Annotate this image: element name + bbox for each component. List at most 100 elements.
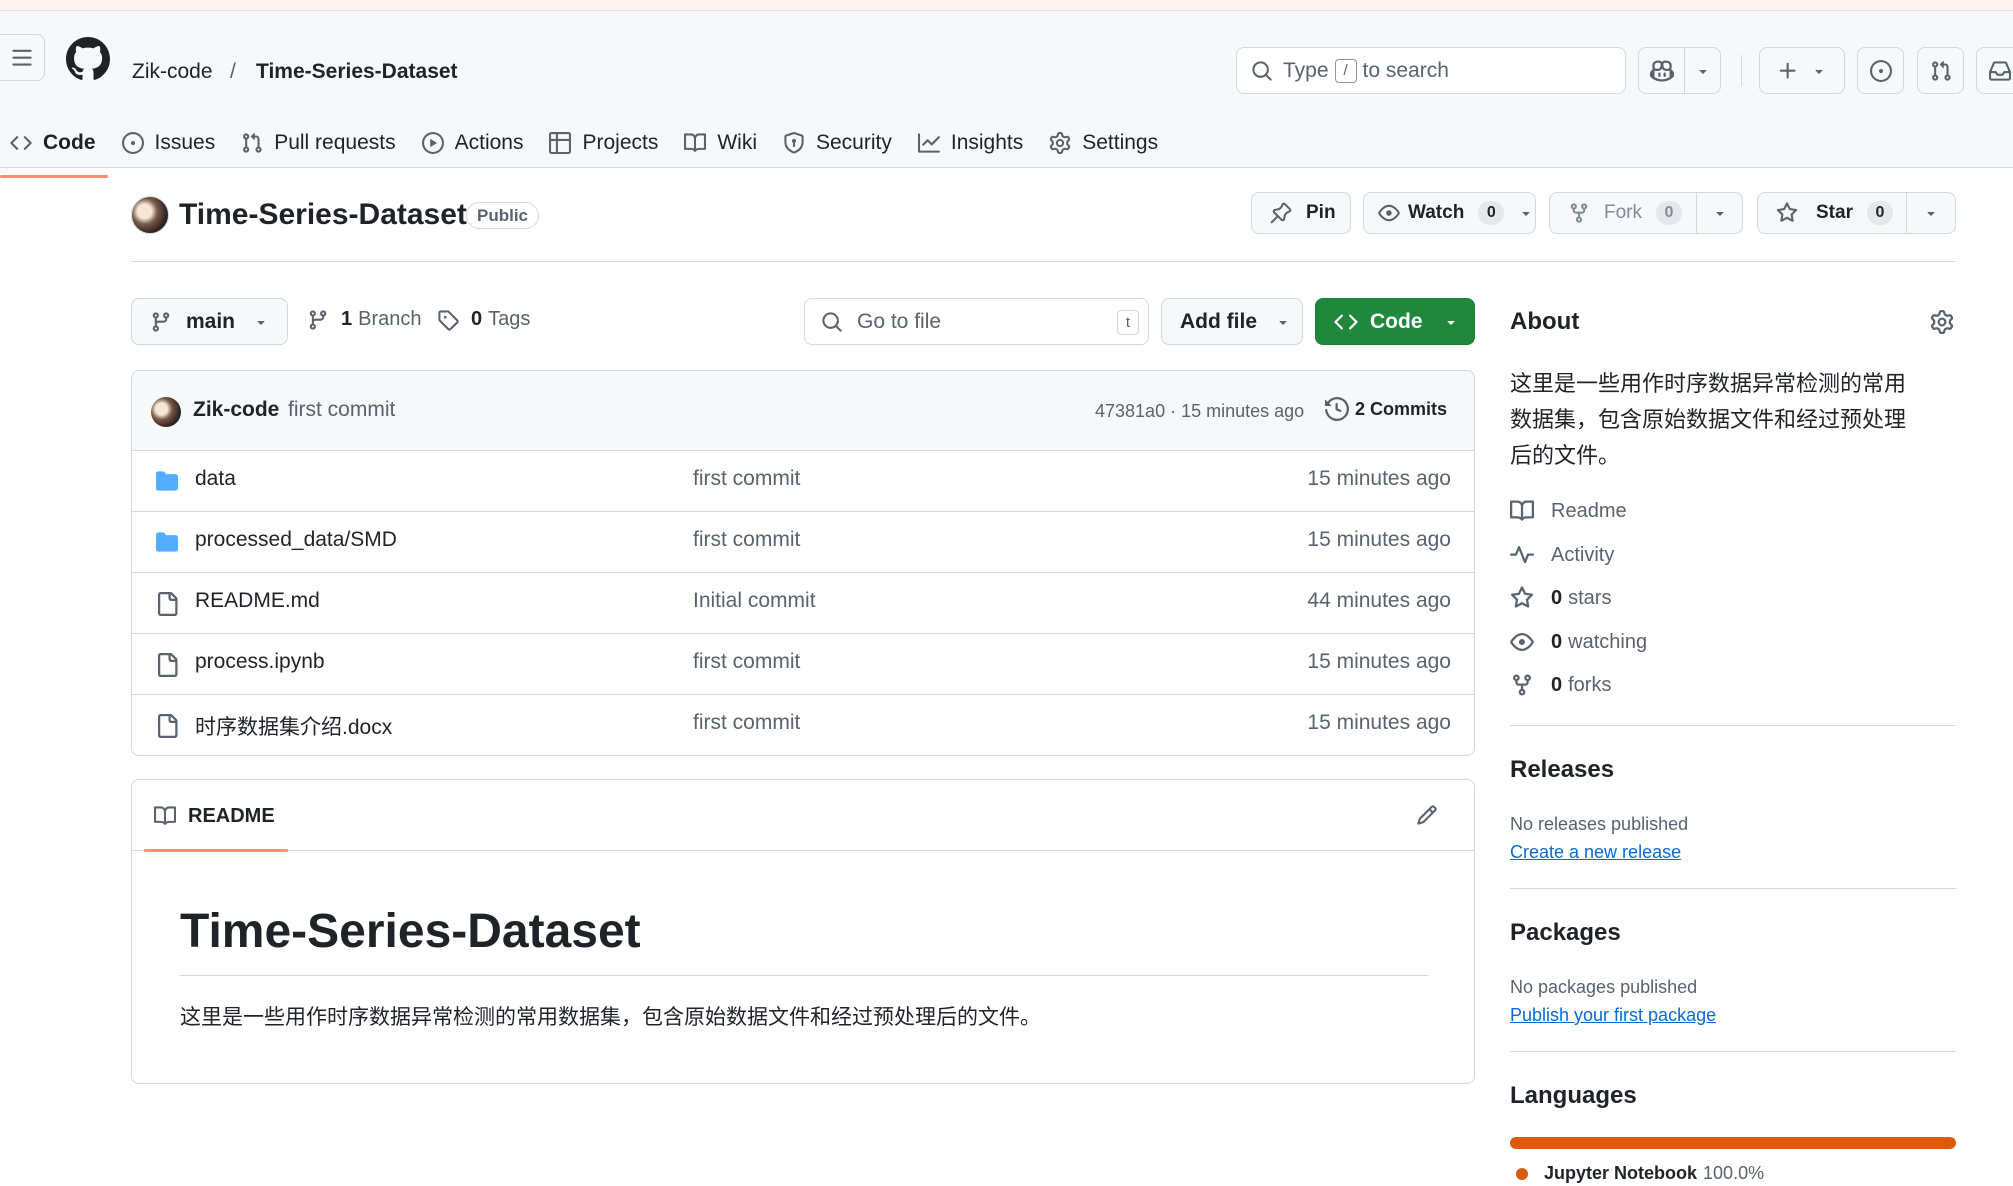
inbox-button[interactable] xyxy=(1976,47,2013,94)
fork-menu-button[interactable] xyxy=(1696,192,1743,234)
commits-link[interactable]: 2 Commits xyxy=(1325,397,1447,421)
file-list: Zik-code first commit 47381a0 · 15 minut… xyxy=(131,370,1475,756)
about-description: 这里是一些用作时序数据异常检测的常用 数据集，包含原始数据文件和经过预处理 后的… xyxy=(1510,366,1960,474)
publish-package-link[interactable]: Publish your first package xyxy=(1510,1005,1716,1026)
search-hint-pre: Type xyxy=(1283,58,1329,82)
code-button[interactable]: Code xyxy=(1315,298,1475,345)
releases-title[interactable]: Releases xyxy=(1510,756,1614,784)
watch-button[interactable]: Watch 0 xyxy=(1363,192,1536,234)
search-shortcut-key: / xyxy=(1334,58,1357,83)
pin-button[interactable]: Pin xyxy=(1251,192,1351,234)
about-description-line: 后的文件。 xyxy=(1510,443,1621,468)
star-menu-button[interactable] xyxy=(1906,192,1956,234)
star-label: Star xyxy=(1816,202,1853,223)
repo-nav-tabs: Code Issues Pull requests Actions Projec… xyxy=(0,120,1174,179)
tag-icon xyxy=(438,309,459,331)
pull-requests-button[interactable] xyxy=(1917,47,1964,94)
tab-insights[interactable]: Insights xyxy=(908,120,1035,166)
releases-empty-text: No releases published xyxy=(1510,814,1689,834)
star-button[interactable]: Star 0 xyxy=(1757,192,1907,234)
commit-meta[interactable]: 47381a0 · 15 minutes ago xyxy=(1095,401,1304,422)
file-commit-message[interactable]: first commit xyxy=(693,650,800,674)
book-icon xyxy=(1510,500,1534,521)
file-icon xyxy=(158,714,178,738)
global-search-input[interactable]: Type / to search xyxy=(1236,47,1626,94)
file-name[interactable]: 时序数据集介绍.docx xyxy=(195,711,392,741)
breadcrumb-owner[interactable]: Zik-code xyxy=(132,57,213,87)
tab-issues-label: Issues xyxy=(154,131,216,154)
branches-link[interactable]: 1 Branch xyxy=(307,308,422,331)
file-name[interactable]: processed_data/SMD xyxy=(195,528,397,552)
file-row[interactable]: data first commit 15 minutes ago xyxy=(132,451,1474,512)
packages-empty-text: No packages published xyxy=(1510,977,1698,997)
repo-title[interactable]: Time-Series-Dataset xyxy=(179,196,467,234)
copilot-button[interactable] xyxy=(1638,47,1685,94)
branch-select-button[interactable]: main xyxy=(131,298,288,345)
commit-message[interactable]: first commit xyxy=(288,398,395,422)
tags-link[interactable]: 0 Tags xyxy=(437,308,530,331)
language-bar xyxy=(1510,1137,1956,1149)
go-to-file-input[interactable]: Go to file t xyxy=(804,298,1149,345)
tab-code-label: Code xyxy=(43,131,96,154)
readme-tab-underline xyxy=(144,849,288,852)
language-item[interactable]: Jupyter Notebook 100.0% xyxy=(1516,1163,1764,1184)
file-date: 15 minutes ago xyxy=(1307,528,1451,551)
tab-actions[interactable]: Actions xyxy=(412,120,536,166)
packages-title[interactable]: Packages xyxy=(1510,919,1621,947)
tab-code[interactable]: Code xyxy=(0,120,108,178)
menu-button[interactable] xyxy=(0,34,45,81)
file-commit-message[interactable]: first commit xyxy=(693,711,800,735)
stars-link[interactable]: 0 stars xyxy=(1510,586,1611,610)
breadcrumb-repo[interactable]: Time-Series-Dataset xyxy=(256,57,458,87)
tags-label: Tags xyxy=(488,308,531,330)
file-commit-message[interactable]: first commit xyxy=(693,467,800,491)
file-row[interactable]: processed_data/SMD first commit 15 minut… xyxy=(132,512,1474,573)
watching-link[interactable]: 0 watching xyxy=(1510,630,1647,654)
file-date: 44 minutes ago xyxy=(1307,589,1451,612)
watching-count: 0 xyxy=(1551,630,1563,653)
about-settings-button[interactable] xyxy=(1930,310,1954,334)
activity-link[interactable]: Activity xyxy=(1510,543,1614,567)
readme-link[interactable]: Readme xyxy=(1510,499,1627,523)
file-row[interactable]: 时序数据集介绍.docx first commit 15 minutes ago xyxy=(132,695,1474,755)
create-new-button[interactable] xyxy=(1759,47,1845,94)
file-name[interactable]: README.md xyxy=(195,589,320,613)
title-divider xyxy=(131,261,1956,262)
fork-button[interactable]: Fork 0 xyxy=(1549,192,1697,234)
tab-pull-requests[interactable]: Pull requests xyxy=(231,120,407,166)
star-icon xyxy=(1776,202,1798,222)
file-row[interactable]: README.md Initial commit 44 minutes ago xyxy=(132,573,1474,634)
commit-author-avatar[interactable] xyxy=(151,397,181,427)
file-commit-message[interactable]: first commit xyxy=(693,528,800,552)
git-pull-request-icon xyxy=(243,132,262,153)
tab-projects[interactable]: Projects xyxy=(539,120,670,166)
file-name[interactable]: process.ipynb xyxy=(195,650,325,674)
file-row[interactable]: process.ipynb first commit 15 minutes ag… xyxy=(132,634,1474,695)
add-file-button[interactable]: Add file xyxy=(1161,298,1303,345)
copilot-menu-button[interactable] xyxy=(1684,47,1721,94)
gear-icon xyxy=(1930,310,1954,334)
issues-button[interactable] xyxy=(1857,47,1904,94)
about-title: About xyxy=(1510,308,1580,335)
tab-settings[interactable]: Settings xyxy=(1039,120,1170,166)
tab-wiki[interactable]: Wiki xyxy=(674,120,769,166)
github-logo[interactable] xyxy=(66,37,110,81)
book-icon xyxy=(154,806,176,825)
forks-label: forks xyxy=(1568,673,1612,696)
branches-count: 1 xyxy=(341,308,353,330)
language-name: Jupyter Notebook xyxy=(1544,1163,1698,1183)
commit-author[interactable]: Zik-code xyxy=(193,398,279,422)
repo-owner-avatar[interactable] xyxy=(131,196,169,234)
readme-tab[interactable]: README xyxy=(144,780,288,852)
edit-readme-button[interactable] xyxy=(1416,804,1438,826)
issue-opened-icon xyxy=(1869,59,1892,82)
global-header: Zik-code / Time-Series-Dataset Type / to… xyxy=(0,11,2013,178)
tab-issues[interactable]: Issues xyxy=(112,120,228,166)
create-release-link[interactable]: Create a new release xyxy=(1510,842,1681,863)
git-branch-icon xyxy=(152,311,170,332)
tab-security[interactable]: Security xyxy=(773,120,904,166)
readme-link-label: Readme xyxy=(1551,499,1627,522)
file-commit-message[interactable]: Initial commit xyxy=(693,589,816,613)
forks-link[interactable]: 0 forks xyxy=(1510,673,1611,697)
file-name[interactable]: data xyxy=(195,467,236,491)
